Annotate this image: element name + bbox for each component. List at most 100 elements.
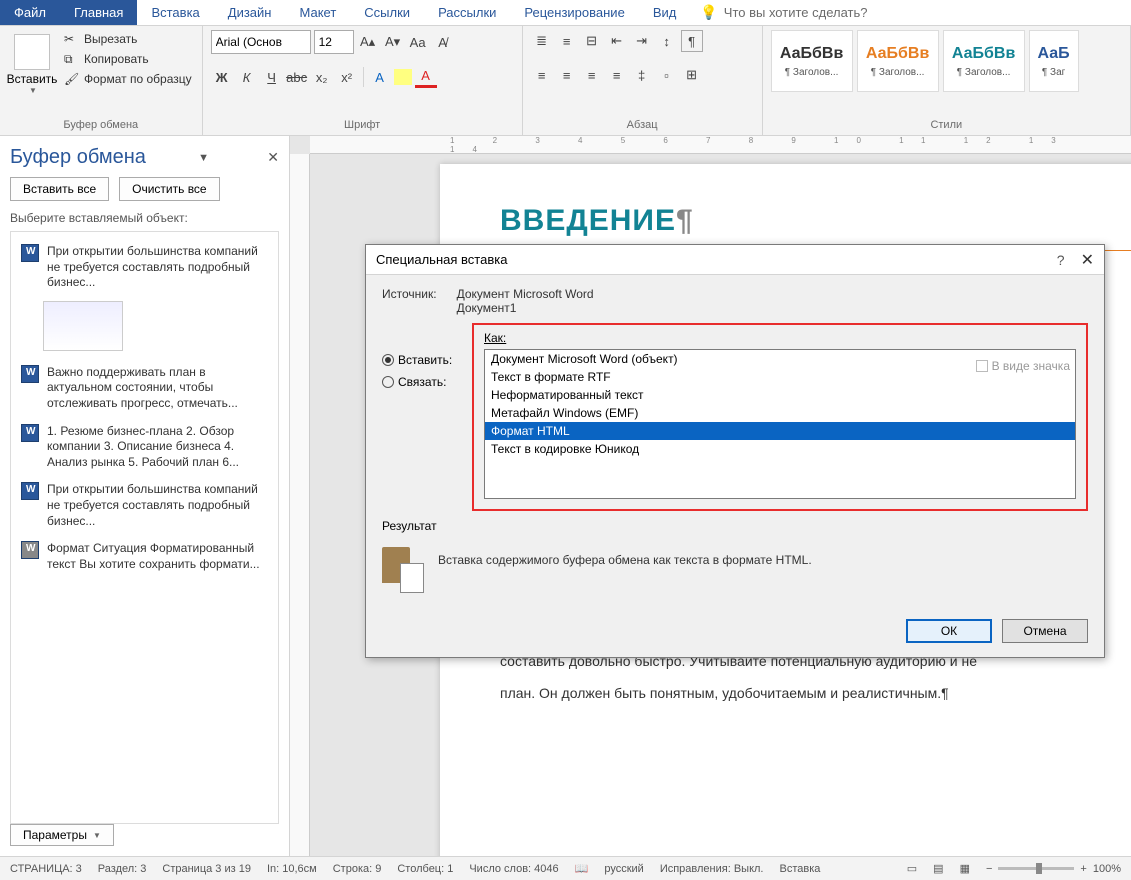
status-page[interactable]: СТРАНИЦА: 3 [10,863,82,875]
format-option[interactable]: Текст в кодировке Юникод [485,440,1075,458]
status-line[interactable]: Строка: 9 [333,863,382,875]
style-item-0[interactable]: АаБбВв ¶ Заголов... [771,30,853,92]
tab-layout[interactable]: Макет [285,0,350,25]
font-size-input[interactable] [314,30,354,54]
numbering-button[interactable]: ≡ [556,30,578,52]
align-center-button[interactable]: ≡ [556,64,578,86]
strike-button[interactable]: abc [286,66,308,88]
superscript-button[interactable]: x² [336,66,358,88]
view-read-button[interactable]: ▭ [907,862,917,875]
align-right-button[interactable]: ≡ [581,64,603,86]
result-label: Результат [382,519,1088,533]
horizontal-ruler[interactable]: 1 2 3 4 5 6 7 8 9 10 11 12 13 14 [310,136,1131,154]
tab-file[interactable]: Файл [0,0,60,25]
dialog-titlebar[interactable]: Специальная вставка ? ✕ [366,245,1104,275]
change-case-button[interactable]: Aa [407,31,429,53]
paste-all-button[interactable]: Вставить все [10,177,109,201]
bullets-button[interactable]: ≣ [531,30,553,52]
show-marks-button[interactable]: ¶ [681,30,703,52]
format-option[interactable]: Неформатированный текст [485,386,1075,404]
align-left-button[interactable]: ≡ [531,64,553,86]
font-color-button[interactable]: A [415,66,437,88]
zoom-slider[interactable] [998,867,1074,870]
tab-references[interactable]: Ссылки [350,0,424,25]
bold-button[interactable]: Ж [211,66,233,88]
style-item-3[interactable]: АаБ ¶ Заг [1029,30,1079,92]
status-lang[interactable]: русский [604,863,643,875]
status-column[interactable]: Столбец: 1 [397,863,453,875]
multilevel-button[interactable]: ⊟ [581,30,603,52]
tab-view[interactable]: Вид [639,0,691,25]
clipboard-thumbnail[interactable] [43,301,123,351]
heading-1: ВВЕДЕНИЕ¶ [500,204,1131,238]
cut-button[interactable]: ✂ Вырезать [62,30,194,48]
clear-all-button[interactable]: Очистить все [119,177,219,201]
shrink-font-button[interactable]: A▾ [382,31,404,53]
proofing-icon[interactable]: 📖 [575,862,589,875]
view-print-button[interactable]: ▤ [933,862,943,875]
zoom-out-button[interactable]: − [986,863,992,875]
view-web-button[interactable]: ▦ [960,862,970,875]
clipboard-item[interactable]: При открытии большинства компаний не тре… [17,238,272,297]
clipboard-item[interactable]: При открытии большинства компаний не тре… [17,476,272,535]
clip-text: При открытии большинства компаний не тре… [47,244,268,291]
status-position[interactable]: In: 10,6см [267,863,317,875]
radio-paste-label: Вставить: [398,353,452,367]
close-pane-button[interactable]: ✕ [267,149,279,166]
clipboard-item[interactable]: Формат Ситуация Форматированный текст Вы… [17,535,272,578]
zoom-value[interactable]: 100% [1093,863,1121,875]
paste-button[interactable]: Вставить ▼ [8,30,56,99]
tab-mailings[interactable]: Рассылки [424,0,510,25]
grow-font-button[interactable]: A▴ [357,31,379,53]
style-preview: АаБбВв [780,45,843,63]
tab-design[interactable]: Дизайн [214,0,286,25]
status-track[interactable]: Исправления: Выкл. [660,863,764,875]
indent-button[interactable]: ⇥ [631,30,653,52]
word-doc-icon [21,244,39,262]
pane-dropdown-icon[interactable]: ▼ [198,152,215,164]
underline-button[interactable]: Ч [261,66,283,88]
as-icon-checkbox[interactable]: В виде значка [976,359,1070,373]
status-words[interactable]: Число слов: 4046 [469,863,558,875]
clipboard-item[interactable]: Важно поддерживать план в актуальном сос… [17,359,272,418]
dialog-close-button[interactable]: ✕ [1081,250,1094,270]
outdent-button[interactable]: ⇤ [606,30,628,52]
style-item-1[interactable]: АаБбВв ¶ Заголов... [857,30,939,92]
paste-icon [14,34,50,70]
tab-review[interactable]: Рецензирование [510,0,638,25]
subscript-button[interactable]: x₂ [311,66,333,88]
italic-button[interactable]: К [236,66,258,88]
borders-button[interactable]: ⊞ [681,64,703,86]
zoom-in-button[interactable]: + [1080,863,1086,875]
font-name-input[interactable] [211,30,311,54]
radio-link[interactable]: Связать: [382,375,452,389]
justify-button[interactable]: ≡ [606,64,628,86]
cancel-button[interactable]: Отмена [1002,619,1088,643]
word-doc-icon [21,365,39,383]
paste-special-dialog: Специальная вставка ? ✕ Источник: Докуме… [365,244,1105,658]
dialog-help-button[interactable]: ? [1057,252,1065,268]
format-painter-button[interactable]: 🖌 Формат по образцу [62,70,194,88]
format-option-selected[interactable]: Формат HTML [485,422,1075,440]
format-option[interactable]: Метафайл Windows (EMF) [485,404,1075,422]
params-button[interactable]: Параметры ▼ [10,824,114,846]
sort-button[interactable]: ↕ [656,30,678,52]
radio-unchecked-icon [382,376,394,388]
clear-format-button[interactable]: A̸ [432,31,454,53]
ok-button[interactable]: ОК [906,619,992,643]
text-effects-button[interactable]: A [369,66,391,88]
style-item-2[interactable]: АаБбВв ¶ Заголов... [943,30,1025,92]
status-section[interactable]: Раздел: 3 [98,863,147,875]
tell-me-search[interactable]: 💡 Что вы хотите сделать? [690,0,877,25]
radio-paste[interactable]: Вставить: [382,353,452,367]
line-spacing-button[interactable]: ‡ [631,64,653,86]
highlight-button[interactable] [394,69,412,85]
vertical-ruler[interactable] [290,154,310,856]
tab-home[interactable]: Главная [60,0,137,25]
copy-button[interactable]: ⧉ Копировать [62,50,194,68]
tab-insert[interactable]: Вставка [137,0,213,25]
status-page-of[interactable]: Страница 3 из 19 [162,863,251,875]
clipboard-item[interactable]: 1. Резюме бизнес-плана 2. Обзор компании… [17,418,272,477]
status-insert[interactable]: Вставка [779,863,820,875]
shading-button[interactable]: ▫ [656,64,678,86]
